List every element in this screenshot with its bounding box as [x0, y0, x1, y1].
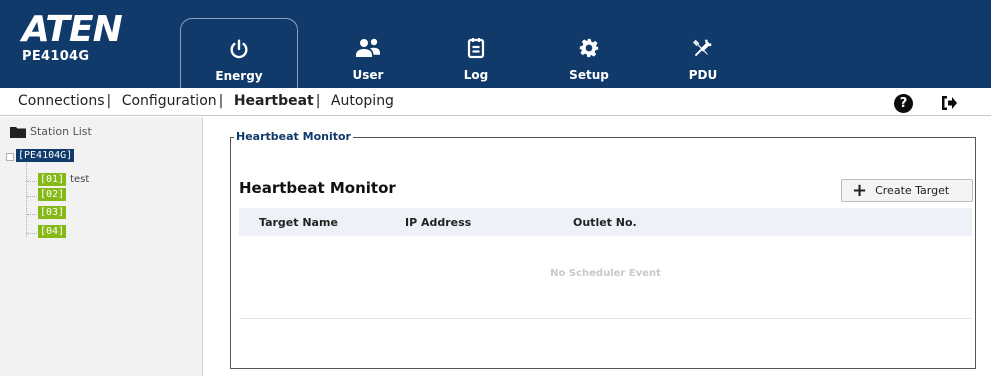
model-name: PE4104G	[22, 49, 90, 64]
logo-text: ATEN	[22, 9, 123, 50]
tab-energy-label: Energy	[215, 69, 263, 83]
station-list-header: Station List	[10, 125, 92, 138]
top-header: ATEN PE4104G Energy User Log Setup PDU	[0, 0, 991, 88]
tree-port-node[interactable]: [02]	[38, 188, 67, 201]
subnav-separator: |	[315, 93, 321, 109]
logout-icon[interactable]	[940, 94, 958, 116]
table-header: Target Name IP Address Outlet No.	[239, 208, 972, 236]
tree-line	[26, 163, 27, 237]
tab-energy[interactable]: Energy	[180, 18, 298, 88]
tab-pdu[interactable]: PDU	[658, 22, 748, 88]
tree-port-node[interactable]: [04]	[38, 225, 67, 238]
station-list-title: Station List	[30, 125, 92, 138]
subnav-separator: |	[106, 93, 112, 109]
gear-icon	[544, 34, 634, 62]
port-tag: [03]	[38, 206, 67, 219]
log-icon	[431, 34, 521, 62]
tree-expander[interactable]	[6, 153, 14, 161]
column-ip-address[interactable]: IP Address	[405, 216, 471, 229]
tab-user-label: User	[352, 68, 384, 82]
subnav-configuration[interactable]: Configuration	[122, 93, 217, 109]
column-outlet-no[interactable]: Outlet No.	[573, 216, 637, 229]
tree-port-node[interactable]: [01] test	[38, 173, 90, 186]
subnav-heartbeat[interactable]: Heartbeat	[234, 93, 314, 109]
tree-branch	[27, 214, 37, 215]
sub-navigation: Connections | Configuration | Heartbeat | A…	[0, 88, 991, 116]
folder-icon	[10, 126, 26, 138]
create-target-button[interactable]: + Create Target	[841, 179, 973, 202]
subnav-separator: |	[218, 93, 224, 109]
port-tag: [04]	[38, 225, 67, 238]
tools-icon	[658, 34, 748, 62]
tree-root-node[interactable]: [PE4104G]	[16, 149, 75, 162]
port-name: test	[70, 174, 90, 185]
users-icon	[323, 34, 413, 62]
help-icon[interactable]: ?	[894, 94, 913, 113]
table-bottom-border	[239, 318, 972, 319]
fieldset-legend: Heartbeat Monitor	[234, 130, 353, 143]
port-tag: [02]	[38, 188, 67, 201]
tree-port-node[interactable]: [03]	[38, 206, 67, 219]
tab-setup[interactable]: Setup	[544, 22, 634, 88]
tree-branch	[27, 196, 37, 197]
tab-user[interactable]: User	[323, 22, 413, 88]
subnav-links: Connections | Configuration | Heartbeat | A…	[18, 93, 394, 109]
tab-log[interactable]: Log	[431, 22, 521, 88]
power-icon	[181, 35, 297, 63]
heartbeat-monitor-fieldset: Heartbeat Monitor Heartbeat Monitor + Cr…	[230, 130, 976, 369]
empty-table-message: No Scheduler Event	[550, 268, 661, 279]
tab-pdu-label: PDU	[688, 68, 718, 82]
port-tag: [01]	[38, 173, 67, 186]
subnav-connections[interactable]: Connections	[18, 93, 105, 109]
station-list-panel: Station List [PE4104G] [01] test [02] [03…	[0, 117, 203, 376]
column-target-name[interactable]: Target Name	[259, 216, 338, 229]
create-target-label: Create Target	[875, 184, 950, 197]
subnav-autoping[interactable]: Autoping	[331, 93, 394, 109]
tree-branch	[27, 181, 37, 182]
aten-logo: ATEN PE4104G	[22, 9, 123, 65]
tab-log-label: Log	[463, 68, 489, 82]
tree-branch	[27, 233, 37, 234]
plus-icon: +	[852, 179, 868, 201]
page-title: Heartbeat Monitor	[239, 179, 396, 197]
tab-setup-label: Setup	[569, 68, 609, 82]
